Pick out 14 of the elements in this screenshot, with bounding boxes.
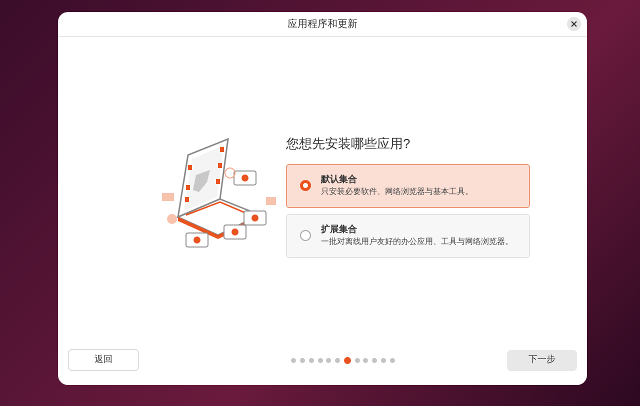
option-card[interactable]: 扩展集合 一批对离线用户友好的办公应用、工具与网络浏览器。 <box>286 214 530 258</box>
option-card[interactable]: 默认集合 只安装必要软件、网络浏览器与基本工具。 <box>286 164 530 208</box>
question-heading: 您想先安装哪些应用? <box>286 135 412 153</box>
option-description: 一批对离线用户友好的办公应用、工具与网络浏览器。 <box>321 236 513 248</box>
radio-button[interactable] <box>300 180 311 191</box>
close-icon <box>571 21 577 27</box>
close-button[interactable] <box>567 17 581 31</box>
window-title: 应用程序和更新 <box>288 18 358 32</box>
option-title: 默认集合 <box>321 173 358 186</box>
back-button[interactable]: 返回 <box>68 349 139 371</box>
next-button[interactable]: 下一步 <box>506 350 577 370</box>
option-description: 只安装必要软件、网络浏览器与基本工具。 <box>321 186 473 198</box>
radio-button[interactable] <box>300 230 311 241</box>
option-title: 扩展集合 <box>321 223 358 236</box>
